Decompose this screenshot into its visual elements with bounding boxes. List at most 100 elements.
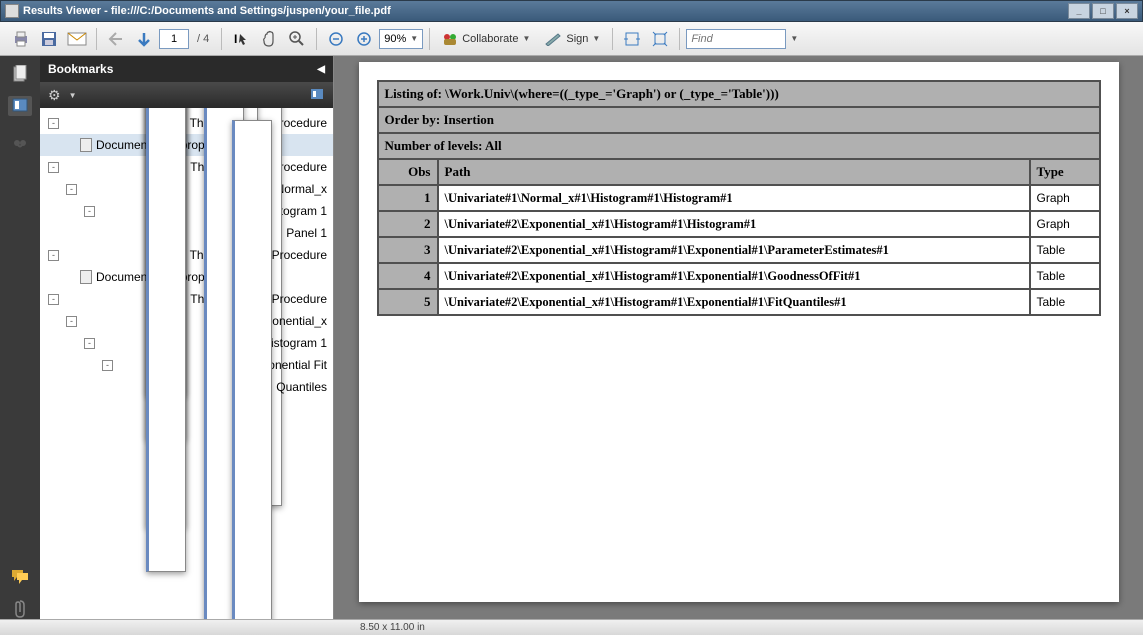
collapse-panel-button[interactable]: ◀: [317, 64, 325, 75]
bookmark-node[interactable]: -The Univariate Procedure: [40, 156, 333, 178]
levels-cell: Number of levels: All: [378, 133, 1100, 159]
page-number-input[interactable]: [159, 29, 189, 49]
hand-tool-button[interactable]: [256, 26, 282, 52]
bookmark-label: Quantiles: [276, 380, 327, 394]
path-cell: \Univariate#2\Exponential_x#1\Histogram#…: [438, 211, 1030, 237]
tree-spacer: [120, 382, 131, 393]
document-icon: [80, 270, 92, 284]
bookmark-node[interactable]: Quantiles: [40, 376, 333, 398]
col-header-obs: Obs: [378, 159, 438, 185]
page-total-label: / 4: [197, 33, 209, 45]
tree-spacer: [66, 140, 77, 151]
bookmark-node[interactable]: -Histogram 1: [40, 200, 333, 222]
col-header-type: Type: [1030, 159, 1100, 185]
path-cell: \Univariate#2\Exponential_x#1\Histogram#…: [438, 263, 1030, 289]
collapse-icon[interactable]: -: [66, 184, 77, 195]
next-page-button[interactable]: [131, 26, 157, 52]
sign-button[interactable]: Sign▼: [538, 28, 606, 50]
collapse-icon[interactable]: -: [84, 206, 95, 217]
comments-panel-icon[interactable]: [8, 567, 32, 587]
bookmark-node[interactable]: -Exponential Fit: [40, 354, 333, 376]
zoom-level-select[interactable]: 90%▼: [379, 29, 423, 49]
collapse-icon[interactable]: -: [48, 294, 59, 305]
signatures-panel-icon[interactable]: [8, 136, 32, 156]
bookmarks-header: Bookmarks ◀: [40, 56, 333, 82]
bookmark-node[interactable]: -Exponential_x: [40, 310, 333, 332]
type-cell: Graph: [1030, 211, 1100, 237]
prev-page-button[interactable]: [103, 26, 129, 52]
bookmark-node[interactable]: -Histogram 1: [40, 332, 333, 354]
table-row: 3\Univariate#2\Exponential_x#1\Histogram…: [378, 237, 1100, 263]
listing-table: Listing of: \Work.Univ\(where=((_type_='…: [377, 80, 1101, 316]
type-cell: Table: [1030, 237, 1100, 263]
fit-width-button[interactable]: [619, 26, 645, 52]
find-input[interactable]: [686, 29, 786, 49]
close-button[interactable]: ×: [1116, 3, 1138, 19]
save-button[interactable]: [36, 26, 62, 52]
table-row: 5\Univariate#2\Exponential_x#1\Histogram…: [378, 289, 1100, 315]
bookmark-node[interactable]: Document path properties: [40, 134, 333, 156]
collapse-icon[interactable]: -: [48, 162, 59, 173]
path-cell: \Univariate#2\Exponential_x#1\Histogram#…: [438, 237, 1030, 263]
table-row: 4\Univariate#2\Exponential_x#1\Histogram…: [378, 263, 1100, 289]
separator: [96, 28, 97, 50]
zoom-in-button[interactable]: [351, 26, 377, 52]
bookmark-node[interactable]: Panel 1: [40, 222, 333, 244]
page-icon: [232, 120, 272, 619]
table-row: 1\Univariate#1\Normal_x#1\Histogram#1\Hi…: [378, 185, 1100, 211]
document-icon: [80, 138, 92, 152]
obs-cell: 5: [378, 289, 438, 315]
collaborate-button[interactable]: Collaborate▼: [436, 28, 536, 50]
fit-page-button[interactable]: [647, 26, 673, 52]
new-bookmark-button[interactable]: [309, 87, 325, 103]
attachments-panel-icon[interactable]: [8, 599, 32, 619]
nav-sidebar: [0, 56, 40, 619]
marquee-zoom-button[interactable]: [284, 26, 310, 52]
order-by-cell: Order by: Insertion: [378, 107, 1100, 133]
bookmarks-panel: Bookmarks ◀ ⚙ ▼ -The Document ProcedureD…: [40, 56, 334, 619]
collapse-icon[interactable]: -: [102, 360, 113, 371]
bookmark-node[interactable]: Document path properties: [40, 266, 333, 288]
obs-cell: 2: [378, 211, 438, 237]
path-cell: \Univariate#2\Exponential_x#1\Histogram#…: [438, 289, 1030, 315]
collapse-icon[interactable]: -: [66, 316, 77, 327]
email-button[interactable]: [64, 26, 90, 52]
bookmark-node[interactable]: - Normal_x: [40, 178, 333, 200]
bookmark-node[interactable]: -The Document Procedure: [40, 112, 333, 134]
obs-cell: 3: [378, 237, 438, 263]
toolbar: / 4 I 90%▼ Collaborate▼ Sign▼ ▼: [0, 22, 1143, 56]
bookmarks-options-dropdown[interactable]: ▼: [69, 91, 77, 100]
pages-panel-icon[interactable]: [8, 64, 32, 84]
type-cell: Graph: [1030, 185, 1100, 211]
separator: [612, 28, 613, 50]
status-bar: 8.50 x 11.00 in: [0, 619, 1143, 635]
bookmarks-panel-icon[interactable]: [8, 96, 32, 116]
select-tool-button[interactable]: I: [228, 26, 254, 52]
collapse-icon[interactable]: -: [48, 118, 59, 129]
zoom-out-button[interactable]: [323, 26, 349, 52]
separator: [221, 28, 222, 50]
tree-spacer: [66, 272, 77, 283]
find-dropdown[interactable]: ▼: [790, 34, 798, 43]
window-title: Results Viewer - file:///C:/Documents an…: [23, 5, 1066, 17]
collapse-icon[interactable]: -: [84, 338, 95, 349]
gear-icon[interactable]: ⚙: [48, 87, 61, 104]
bookmark-label: Normal_x: [276, 182, 327, 196]
svg-text:I: I: [234, 32, 237, 46]
type-cell: Table: [1030, 263, 1100, 289]
bookmark-node[interactable]: -The Univariate Procedure: [40, 288, 333, 310]
bookmark-node[interactable]: -The Document Procedure: [40, 244, 333, 266]
collapse-icon[interactable]: -: [48, 250, 59, 261]
document-viewer[interactable]: Listing of: \Work.Univ\(where=((_type_='…: [334, 56, 1143, 619]
minimize-button[interactable]: _: [1068, 3, 1090, 19]
listing-of-cell: Listing of: \Work.Univ\(where=((_type_='…: [378, 81, 1100, 107]
print-button[interactable]: [8, 26, 34, 52]
tree-spacer: [102, 228, 113, 239]
maximize-button[interactable]: □: [1092, 3, 1114, 19]
bookmarks-tree[interactable]: -The Document ProcedureDocument path pro…: [40, 108, 333, 619]
main-area: Bookmarks ◀ ⚙ ▼ -The Document ProcedureD…: [0, 56, 1143, 619]
separator: [316, 28, 317, 50]
path-cell: \Univariate#1\Normal_x#1\Histogram#1\His…: [438, 185, 1030, 211]
title-bar: Results Viewer - file:///C:/Documents an…: [0, 0, 1143, 22]
separator: [679, 28, 680, 50]
